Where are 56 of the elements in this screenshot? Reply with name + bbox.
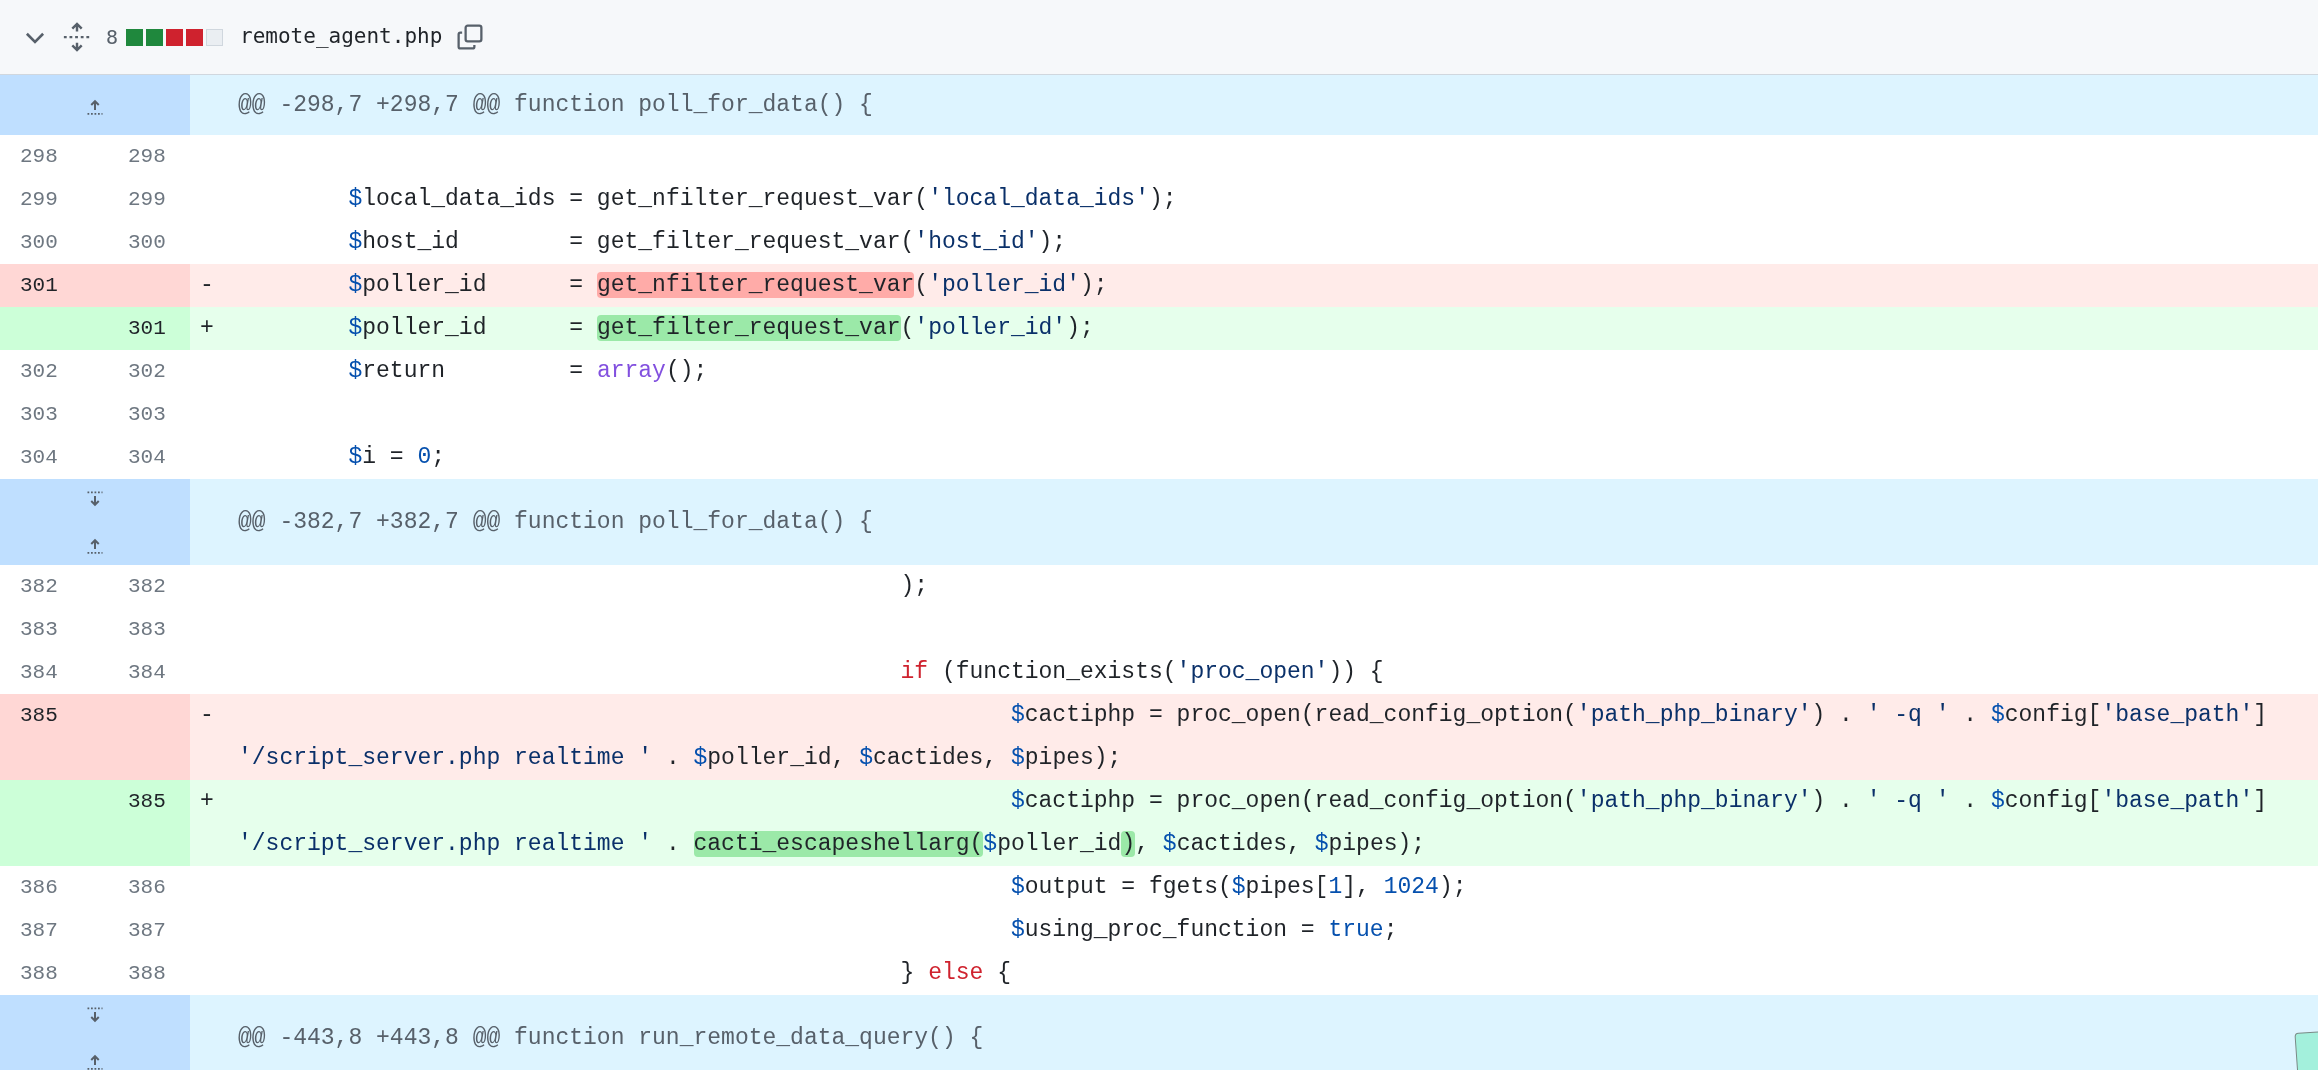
code-line: $poller_id = get_nfilter_request_var('poller_id'); bbox=[347, 272, 1108, 298]
line-number[interactable]: 385 bbox=[0, 694, 95, 780]
line-number[interactable]: 386 bbox=[95, 866, 190, 909]
copy-button[interactable] bbox=[456, 23, 485, 51]
code-line: $return = array(); bbox=[347, 358, 708, 384]
changes-count: 8 bbox=[106, 24, 119, 51]
line-number[interactable]: 301 bbox=[95, 307, 190, 350]
code-line: $cactiphp = proc_open(read_config_option('path_php_binary') . ' -q ' . $config['base_path'] bbox=[1009, 788, 2268, 814]
line-number[interactable]: 382 bbox=[95, 565, 190, 608]
code-line: if (function_exists('proc_open')) { bbox=[899, 659, 1384, 685]
line-number[interactable]: 388 bbox=[0, 952, 95, 995]
line-number[interactable]: 301 bbox=[0, 264, 95, 307]
line-number[interactable]: 384 bbox=[0, 651, 95, 694]
line-number[interactable]: 383 bbox=[95, 608, 190, 651]
line-number[interactable]: 302 bbox=[95, 350, 190, 393]
diff-sign: - bbox=[200, 272, 214, 298]
code-line: $cactiphp = proc_open(read_config_option('path_php_binary') . ' -q ' . $config['base_path'] bbox=[1009, 702, 2268, 728]
diff-sign: - bbox=[200, 702, 214, 728]
line-number[interactable]: 304 bbox=[95, 436, 190, 479]
code-line: $output = fgets($pipes[1], 1024); bbox=[1009, 874, 1467, 900]
line-number[interactable]: 384 bbox=[95, 651, 190, 694]
hunk-header-text: @@ -443,8 +443,8 @@ function run_remote_data_query() { bbox=[237, 1024, 984, 1053]
line-number[interactable]: 386 bbox=[0, 866, 95, 909]
line-number[interactable]: 300 bbox=[95, 221, 190, 264]
code-line: $host_id = get_filter_request_var('host_id'); bbox=[347, 229, 1067, 255]
diff-sign: + bbox=[200, 788, 214, 814]
copy-icon bbox=[456, 23, 485, 51]
line-number[interactable]: 299 bbox=[95, 178, 190, 221]
line-number[interactable]: 383 bbox=[0, 608, 95, 651]
line-number[interactable]: 303 bbox=[0, 393, 95, 436]
line-number[interactable]: 299 bbox=[0, 178, 95, 221]
file-name: remote_agent.php bbox=[240, 23, 443, 51]
line-number[interactable]: 300 bbox=[0, 221, 95, 264]
hunk-header-text: @@ -298,7 +298,7 @@ function poll_for_data() { bbox=[237, 91, 873, 120]
code-line: $poller_id = get_filter_request_var('poller_id'); bbox=[347, 315, 1094, 341]
unfold-arrows-icon bbox=[62, 22, 92, 52]
code-line: '/script_server.php realtime ' . cacti_escapeshellarg($poller_id), $cactides, $pipes); bbox=[238, 831, 1426, 857]
code-line: ); bbox=[899, 573, 929, 599]
line-number[interactable]: 388 bbox=[95, 952, 190, 995]
line-number[interactable]: 382 bbox=[0, 565, 95, 608]
expand-all-button[interactable] bbox=[62, 22, 92, 52]
line-number[interactable]: 304 bbox=[0, 436, 95, 479]
line-number[interactable]: 303 bbox=[95, 393, 190, 436]
line-number[interactable]: 302 bbox=[0, 350, 95, 393]
code-line: $local_data_ids = get_nfilter_request_var('local_data_ids'); bbox=[347, 186, 1177, 212]
line-number[interactable]: 298 bbox=[0, 135, 95, 178]
diff-sign: + bbox=[200, 315, 214, 341]
code-line: $using_proc_function = true; bbox=[1009, 917, 1398, 943]
code-line: $i = 0; bbox=[347, 444, 446, 470]
line-number[interactable]: 298 bbox=[95, 135, 190, 178]
line-number[interactable]: 387 bbox=[95, 909, 190, 952]
code-line: '/script_server.php realtime ' . $poller_id, $cactides, $pipes); bbox=[238, 745, 1122, 771]
hunk-header-text: @@ -382,7 +382,7 @@ function poll_for_data() { bbox=[237, 508, 873, 537]
code-line: } else { bbox=[899, 960, 1011, 986]
line-number[interactable]: 385 bbox=[95, 780, 190, 866]
line-number[interactable]: 387 bbox=[0, 909, 95, 952]
